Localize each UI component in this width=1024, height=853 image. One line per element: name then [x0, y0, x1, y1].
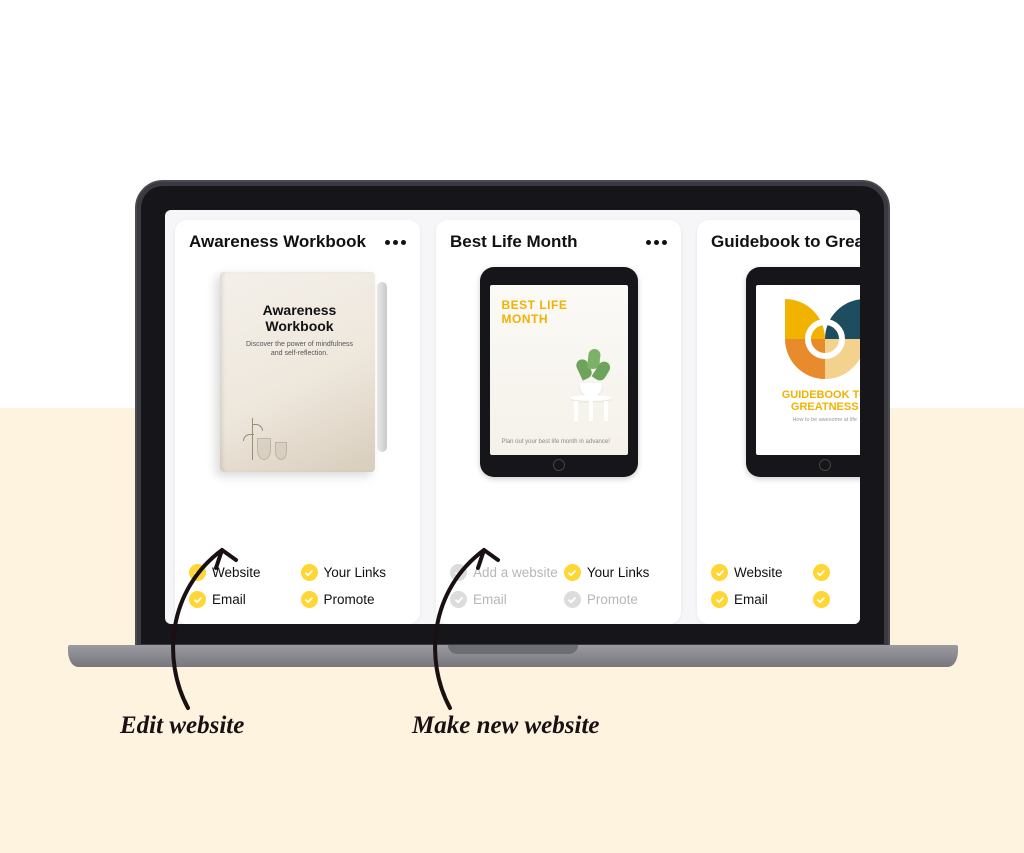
tablet-mock: GUIDEBOOK TO GREATNESS How to be awesome… [746, 267, 860, 477]
caption-make-new-website: Make new website [412, 712, 600, 740]
plant-graphic [568, 351, 614, 421]
check-icon [711, 591, 728, 608]
check-icon [301, 591, 318, 608]
check-icon [301, 564, 318, 581]
product-card-guidebook: Guidebook to Greatness GUIDEBOOK TO GREA… [697, 220, 860, 624]
book-cover: Awareness Workbook Discover the power of… [220, 272, 375, 472]
action-promote[interactable]: Promote [564, 591, 667, 608]
arrow-edit-website [150, 540, 270, 730]
action-email[interactable]: Email [711, 591, 807, 608]
action-your-links[interactable] [813, 564, 860, 581]
check-icon [564, 591, 581, 608]
action-label: Promote [324, 592, 375, 607]
check-icon [711, 564, 728, 581]
tablet-mock: BEST LIFE MONTH Plan out your best life … [480, 267, 638, 477]
card-title: Best Life Month [450, 232, 578, 252]
tablet-subtitle: How to be awesome at life [756, 417, 860, 423]
card-cover[interactable]: BEST LIFE MONTH Plan out your best life … [450, 262, 667, 482]
check-icon [564, 564, 581, 581]
action-promote[interactable] [813, 591, 860, 608]
card-cover[interactable]: Awareness Workbook Discover the power of… [189, 262, 406, 482]
book-cover-title: Awareness Workbook [242, 302, 357, 334]
tablet-title: BEST LIFE MONTH [502, 299, 616, 327]
tablet-footer: Plan out your best life month in advance… [502, 439, 610, 445]
action-label: Promote [587, 592, 638, 607]
action-label: Email [734, 592, 768, 607]
book-cover-subtitle: Discover the power of mindfulness and se… [242, 340, 357, 358]
check-icon [813, 564, 830, 581]
tablet-title: GUIDEBOOK TO GREATNESS [756, 389, 860, 413]
home-button-icon [819, 459, 831, 471]
action-label: Your Links [587, 565, 650, 580]
geometric-art [785, 299, 860, 379]
arrow-make-new-website [410, 540, 530, 730]
action-label: Your Links [324, 565, 387, 580]
check-icon [813, 591, 830, 608]
card-title: Guidebook to Greatness [711, 232, 860, 252]
action-your-links[interactable]: Your Links [564, 564, 667, 581]
card-cover[interactable]: GUIDEBOOK TO GREATNESS How to be awesome… [711, 262, 860, 482]
action-label: Website [734, 565, 783, 580]
card-title: Awareness Workbook [189, 232, 366, 252]
action-promote[interactable]: Promote [301, 591, 407, 608]
card-actions: Website Email [711, 564, 860, 608]
pen-graphic [377, 282, 387, 452]
action-your-links[interactable]: Your Links [301, 564, 407, 581]
vase-graphic [242, 418, 353, 460]
more-icon[interactable] [385, 240, 406, 245]
action-website[interactable]: Website [711, 564, 807, 581]
caption-edit-website: Edit website [120, 712, 244, 740]
home-button-icon [553, 459, 565, 471]
more-icon[interactable] [646, 240, 667, 245]
